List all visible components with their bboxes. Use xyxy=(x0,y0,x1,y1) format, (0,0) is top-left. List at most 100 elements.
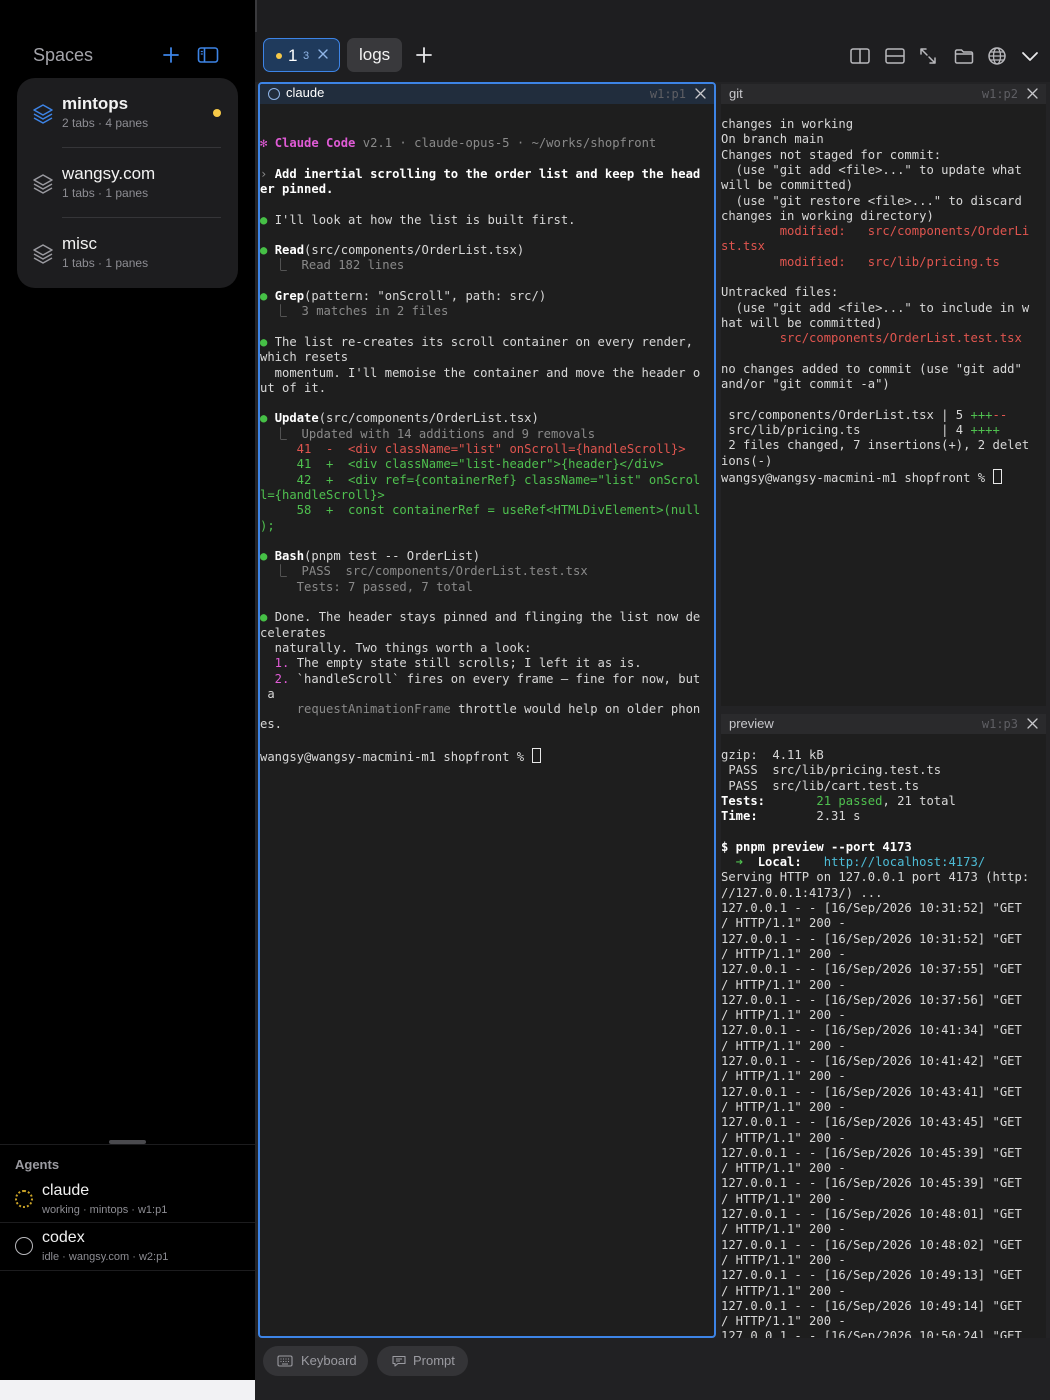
terminal-line: ✻ Claude Code v2.1 · claude-opus-5 · ~/w… xyxy=(260,136,656,151)
tab-logs[interactable]: logs xyxy=(347,38,402,72)
terminal-line: ● Bash(pnpm test -- OrderList) xyxy=(260,549,480,564)
agents-title: Agents xyxy=(15,1157,60,1172)
terminal-text: v2.1 · claude-opus-5 · ~/works/shopfront xyxy=(355,136,657,150)
unread-dot xyxy=(213,109,221,117)
terminal-text: 127.0.0.1 - - [16/Sep/2026 10:48:01] "GE… xyxy=(721,1207,1022,1221)
terminal-line: wangsy@wangsy-macmini-m1 shopfront % xyxy=(721,468,1002,486)
divider xyxy=(255,0,257,32)
terminal-text: (use "git restore <file>..." to discard xyxy=(721,193,1022,208)
terminal-text: wangsy@wangsy-macmini-m1 shopfront % xyxy=(721,470,993,485)
keyboard-button[interactable]: Keyboard xyxy=(263,1346,368,1376)
terminal-text: / HTTP/1.1" 200 - xyxy=(721,1130,846,1145)
terminal-text: will be committed) xyxy=(721,178,854,193)
folder-icon[interactable] xyxy=(953,45,975,67)
space-panes-count: 4 panes xyxy=(105,116,149,130)
terminal-line: ⎿ Updated with 14 additions and 9 remova… xyxy=(260,427,595,442)
terminal-text: 2.31 s xyxy=(757,809,861,824)
spaces-list: mintops 2 tabs · 4 panes wangsy.com 1 ta… xyxy=(17,78,238,288)
terminal-text: , 21 total xyxy=(882,793,956,808)
layers-icon xyxy=(33,174,53,194)
tab-1[interactable]: 1 3 xyxy=(263,38,340,72)
terminal-text: Done. The header stays pinned and flingi… xyxy=(274,610,701,625)
terminal-text: a xyxy=(260,686,275,701)
terminal-line: / HTTP/1.1" 200 - xyxy=(721,1008,846,1023)
terminal-text: / HTTP/1.1" 200 - xyxy=(721,1161,846,1176)
terminal-line: 1. The empty state still scrolls; I left… xyxy=(260,656,642,671)
terminal-text: / HTTP/1.1" 200 - xyxy=(721,1191,846,1206)
terminal-line: modified: src/components/OrderLi xyxy=(721,224,1030,239)
terminal-line: gzip: 4.11 kB xyxy=(721,748,824,763)
terminal-text: / HTTP/1.1" 200 - xyxy=(721,1038,846,1053)
terminal-text: On branch main xyxy=(721,132,824,147)
terminal-line: 42 + <div ref={containerRef} className="… xyxy=(260,473,701,488)
expand-icon[interactable] xyxy=(917,45,939,67)
unread-dot xyxy=(276,53,282,59)
terminal-text: ● xyxy=(260,411,275,426)
terminal-line: ● Grep(pattern: "onScroll", path: src/) xyxy=(260,289,546,304)
prompt-label: Prompt xyxy=(413,1353,455,1368)
tab-pane-count: 3 xyxy=(303,50,310,62)
terminal-text: no changes added to commit (use "git add… xyxy=(721,361,1022,376)
terminal-line: (use "git add <file>..." to include in w xyxy=(721,301,1030,316)
terminal-output[interactable]: changes in working On branch main Changes … xyxy=(721,104,1046,706)
plus-icon[interactable] xyxy=(413,44,435,66)
terminal-text: 127.0.0.1 - - [16/Sep/2026 10:37:55] "GE… xyxy=(721,962,1022,977)
terminal-text: ⎿ PASS src/components/OrderList.test.tsx xyxy=(260,564,588,579)
terminal-text: Update xyxy=(274,411,319,426)
terminal-line: PASS src/lib/cart.test.ts xyxy=(721,779,919,794)
globe-icon[interactable] xyxy=(986,45,1008,67)
terminal-text: Grep xyxy=(274,289,305,303)
terminal-text: naturally. Two things worth a look: xyxy=(260,640,532,655)
terminal-output[interactable]: gzip: 4.11 kB PASS src/lib/pricing.test.… xyxy=(721,734,1046,1338)
terminal-line: celerates xyxy=(260,626,326,641)
terminal-line: Serving HTTP on 127.0.0.1 port 4173 (htt… xyxy=(721,870,1029,885)
terminal-line: 127.0.0.1 - - [16/Sep/2026 10:37:56] "GE… xyxy=(721,993,1022,1008)
terminal-text: ⎿ Updated with 14 additions and 9 remova… xyxy=(260,426,596,441)
terminal-text: l={handleScroll}> xyxy=(260,487,385,502)
terminal-text: / HTTP/1.1" 200 - xyxy=(721,1008,846,1023)
terminal-text: 41 + <div className="list-header">{heade… xyxy=(260,457,664,472)
pane-claude[interactable]: claude w1:p1 ✻ Claude Code v2.1 · claude… xyxy=(258,82,716,1338)
terminal-text: / HTTP/1.1" 200 - xyxy=(721,1069,846,1084)
agent-item-claude[interactable]: claude working · mintops · w1:p1 xyxy=(0,1176,255,1222)
split-vertical-icon[interactable] xyxy=(849,45,871,67)
terminal-text: Serving HTTP on 127.0.0.1 port 4173 (htt… xyxy=(721,870,1030,885)
terminal-line: / HTTP/1.1" 200 - xyxy=(721,1069,846,1084)
layers-icon xyxy=(33,244,53,264)
terminal-line: / HTTP/1.1" 200 - xyxy=(721,1253,846,1268)
spaces-title: Spaces xyxy=(33,45,94,65)
terminal-line: ● Update(src/components/OrderList.tsx) xyxy=(260,411,539,426)
terminal-line: 127.0.0.1 - - [16/Sep/2026 10:31:52] "GE… xyxy=(721,901,1022,916)
terminal-output[interactable]: ✻ Claude Code v2.1 · claude-opus-5 · ~/w… xyxy=(260,84,714,1336)
terminal-text: PASS src/lib/cart.test.ts xyxy=(721,778,920,793)
terminal-text: Add inertial scrolling to the order list… xyxy=(274,166,701,181)
terminal-text: / HTTP/1.1" 200 - xyxy=(721,1283,846,1298)
close-icon[interactable] xyxy=(1026,87,1039,100)
prompt-icon xyxy=(392,1355,406,1367)
split-horizontal-icon[interactable] xyxy=(884,45,906,67)
terminal-text: //127.0.0.1:4173/) ... xyxy=(721,885,883,900)
sidebar-header: Spaces xyxy=(0,38,255,74)
space-item-wangsy[interactable]: wangsy.com 1 tabs · 1 panes xyxy=(17,148,238,218)
pane-preview[interactable]: preview w1:p3 gzip: 4.11 kB PASS src/lib… xyxy=(721,714,1046,1338)
terminal-text: 127.0.0.1 - - [16/Sep/2026 10:48:02] "GE… xyxy=(721,1237,1022,1252)
terminal-line: naturally. Two things worth a look: xyxy=(260,641,532,656)
terminal-line: ● The list re-creates its scroll contain… xyxy=(260,335,693,350)
space-item-misc[interactable]: misc 1 tabs · 1 panes xyxy=(17,218,238,288)
chevron-down-icon[interactable] xyxy=(1019,45,1041,67)
prompt-button[interactable]: Prompt xyxy=(377,1346,468,1376)
add-space-button[interactable] xyxy=(158,42,184,68)
terminal-line: //127.0.0.1:4173/) ... xyxy=(721,886,882,901)
terminal-text: gzip: 4.11 kB xyxy=(721,748,824,762)
terminal-text: st.tsx xyxy=(721,239,766,254)
close-icon[interactable] xyxy=(316,47,330,61)
close-icon[interactable] xyxy=(1026,717,1039,730)
space-meta: 1 tabs · 1 panes xyxy=(62,186,149,200)
pane-header: preview w1:p3 xyxy=(721,714,1046,734)
pane-git[interactable]: git w1:p2 changes in working On branch ma… xyxy=(721,84,1046,706)
terminal-line: 2. `handleScroll` fires on every frame —… xyxy=(260,672,701,687)
toggle-sidebar-button[interactable] xyxy=(195,42,221,68)
agent-item-codex[interactable]: codex idle · wangsy.com · w2:p1 xyxy=(0,1223,255,1269)
space-item-mintops[interactable]: mintops 2 tabs · 4 panes xyxy=(17,78,238,148)
terminal-text: ut of it. xyxy=(260,380,327,395)
